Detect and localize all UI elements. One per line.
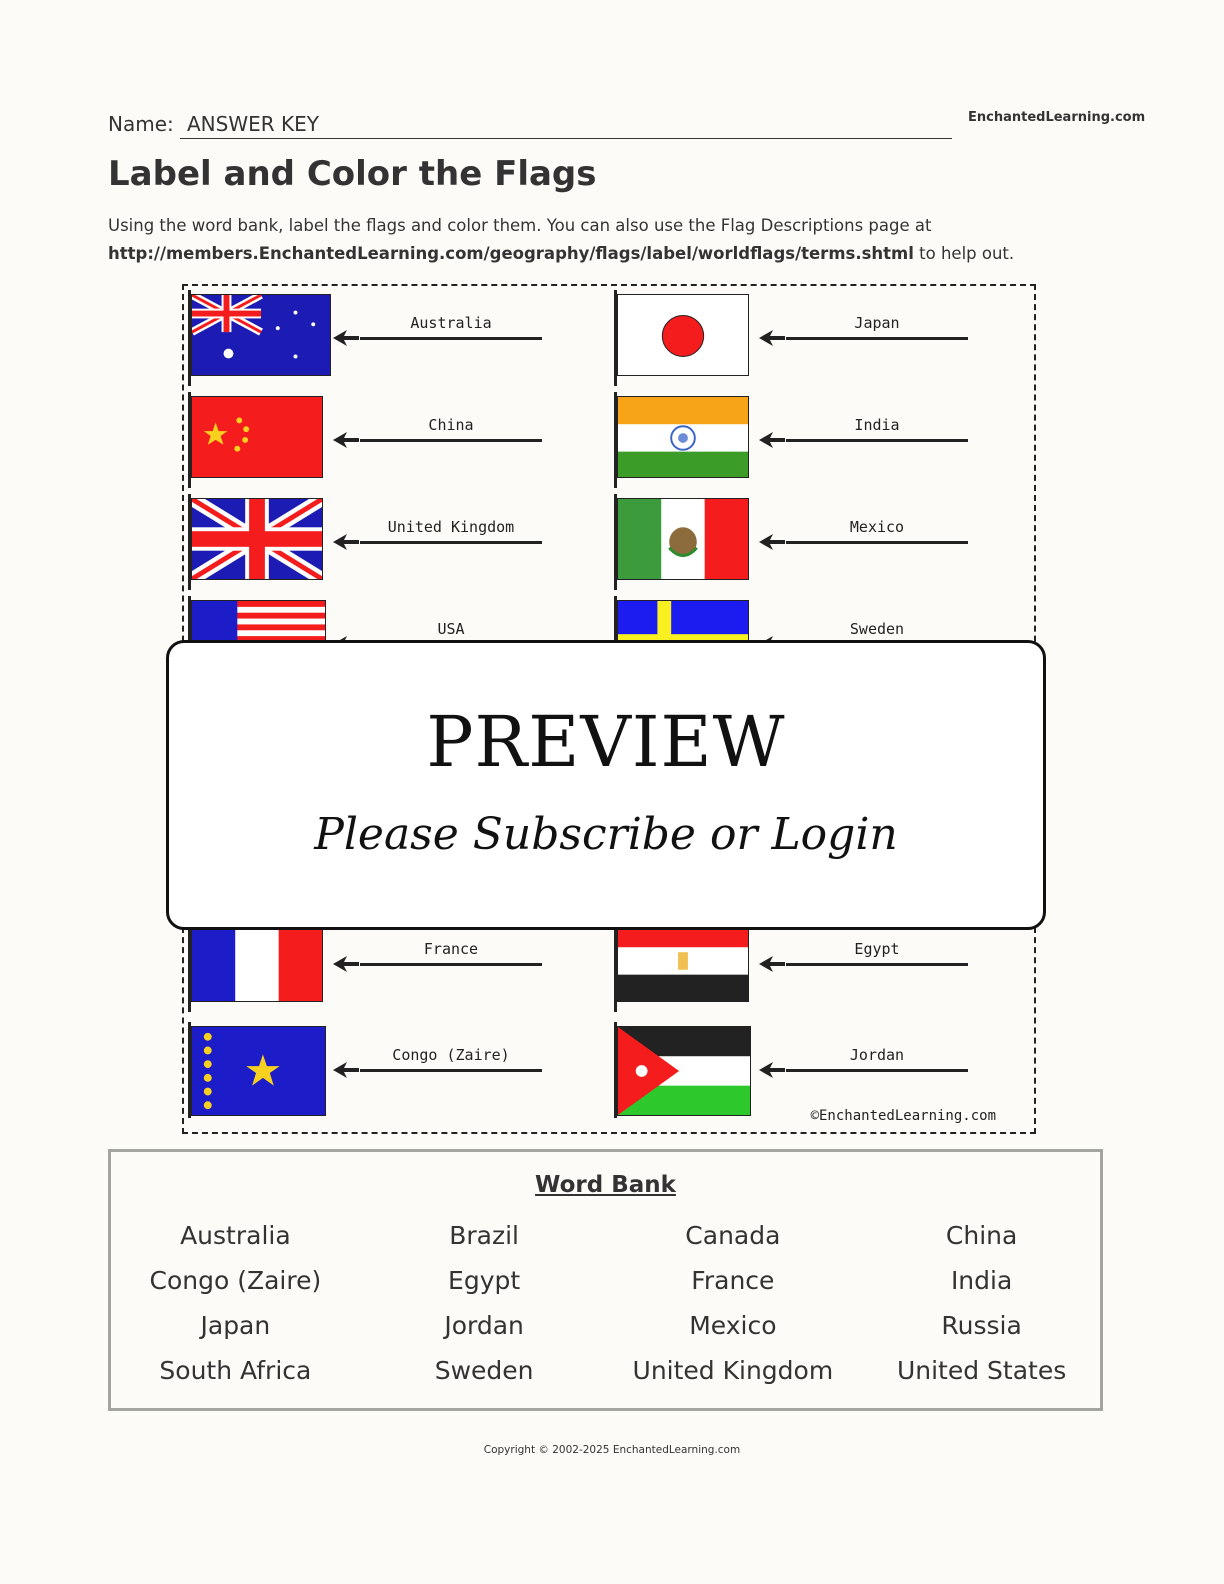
jordan-flag-icon: [617, 1026, 751, 1116]
name-row: Name: ANSWER KEY: [108, 108, 952, 140]
word-bank-grid: Australia Brazil Canada China Congo (Zai…: [111, 1218, 1106, 1398]
word-bank-item: Egypt: [448, 1266, 521, 1295]
name-label: Name:: [108, 112, 174, 136]
arrow-left-icon: [759, 330, 785, 346]
instructions-tail: to help out.: [913, 244, 1015, 263]
word-bank-item: Brazil: [449, 1221, 519, 1250]
arrow-left-icon: [759, 956, 785, 972]
france-flag-icon: [191, 920, 323, 1002]
footer-copyright: Copyright © 2002-2025 EnchantedLearning.…: [483, 1444, 741, 1456]
congo-flag-icon: [191, 1026, 326, 1116]
answer-line: [786, 337, 968, 340]
answer-line: [360, 541, 542, 544]
preview-overlay[interactable]: PREVIEW Please Subscribe or Login: [166, 640, 1046, 930]
flag-item-united-kingdom: United Kingdom: [188, 494, 588, 590]
brand-logo: EnchantedLearning.com: [968, 110, 1146, 125]
answer-line: [786, 1069, 968, 1072]
arrow-left-icon: [333, 1062, 359, 1078]
arrow-left-icon: [333, 534, 359, 550]
word-bank-item: Japan: [200, 1311, 271, 1340]
subscribe-login-prompt[interactable]: Please Subscribe or Login: [169, 809, 1043, 860]
flag-item-india: India: [614, 392, 1014, 488]
answer-line: [360, 963, 542, 966]
china-flag-icon: [191, 396, 323, 478]
flag-descriptions-link[interactable]: http://members.EnchantedLearning.com/geo…: [108, 244, 914, 263]
word-bank-title: Word Bank: [535, 1172, 676, 1198]
flag-answer[interactable]: Egypt: [786, 940, 968, 958]
arrow-left-icon: [333, 956, 359, 972]
word-bank-item: United States: [896, 1356, 1067, 1385]
flag-item-jordan: Jordan: [614, 1022, 1014, 1118]
flag-answer[interactable]: Jordan: [786, 1046, 968, 1064]
answer-line: [360, 439, 542, 442]
instructions: Using the word bank, label the flags and…: [108, 212, 1118, 268]
flag-item-mexico: Mexico: [614, 494, 1014, 590]
arrow-left-icon: [759, 1062, 785, 1078]
flag-answer[interactable]: Congo (Zaire): [360, 1046, 542, 1064]
flag-answer[interactable]: USA: [360, 620, 542, 638]
answer-line: [786, 439, 968, 442]
word-bank-item: France: [691, 1266, 775, 1295]
word-bank-item: Russia: [941, 1311, 1022, 1340]
word-bank-item: Mexico: [689, 1311, 777, 1340]
arrow-left-icon: [333, 330, 359, 346]
name-field[interactable]: ANSWER KEY: [187, 112, 319, 136]
word-bank-item: Sweden: [434, 1356, 534, 1385]
word-bank-item: Jordan: [444, 1311, 524, 1340]
flag-answer[interactable]: Japan: [786, 314, 968, 332]
australia-flag-icon: [191, 294, 331, 376]
flag-item-japan: Japan: [614, 290, 1014, 386]
word-bank-item: Australia: [180, 1221, 291, 1250]
uk-flag-icon: [191, 498, 323, 580]
arrow-left-icon: [333, 432, 359, 448]
preview-title: PREVIEW: [426, 701, 786, 783]
word-bank-item: India: [950, 1266, 1013, 1295]
flag-item-china: China: [188, 392, 588, 488]
mexico-flag-icon: [617, 498, 749, 580]
flag-answer[interactable]: France: [360, 940, 542, 958]
word-bank: Word Bank Australia Brazil Canada China …: [108, 1149, 1103, 1411]
flag-answer[interactable]: Sweden: [786, 620, 968, 638]
flag-answer[interactable]: China: [360, 416, 542, 434]
answer-line: [786, 963, 968, 966]
word-bank-item: Canada: [685, 1221, 781, 1250]
flag-answer[interactable]: India: [786, 416, 968, 434]
word-bank-item: Congo (Zaire): [149, 1266, 322, 1295]
name-underline: [180, 138, 952, 139]
flag-item-egypt: Egypt: [614, 916, 1014, 1012]
flag-answer[interactable]: Australia: [360, 314, 542, 332]
arrow-left-icon: [759, 534, 785, 550]
instructions-text: Using the word bank, label the flags and…: [108, 216, 932, 235]
word-bank-item: United Kingdom: [632, 1356, 834, 1385]
india-flag-icon: [617, 396, 749, 478]
word-bank-item: South Africa: [159, 1356, 312, 1385]
word-bank-item: China: [945, 1221, 1018, 1250]
sheet-copyright: ©EnchantedLearning.com: [810, 1108, 996, 1124]
flag-item-congo: Congo (Zaire): [188, 1022, 588, 1118]
answer-line: [360, 337, 542, 340]
answer-line: [786, 541, 968, 544]
flag-answer[interactable]: Mexico: [786, 518, 968, 536]
japan-flag-icon: [617, 294, 749, 376]
page-title: Label and Color the Flags: [108, 154, 597, 194]
flag-answer[interactable]: United Kingdom: [360, 518, 542, 536]
flag-item-australia: Australia: [188, 290, 588, 386]
arrow-left-icon: [759, 432, 785, 448]
egypt-flag-icon: [617, 920, 749, 1002]
answer-line: [360, 1069, 542, 1072]
flag-item-france: France: [188, 916, 588, 1012]
